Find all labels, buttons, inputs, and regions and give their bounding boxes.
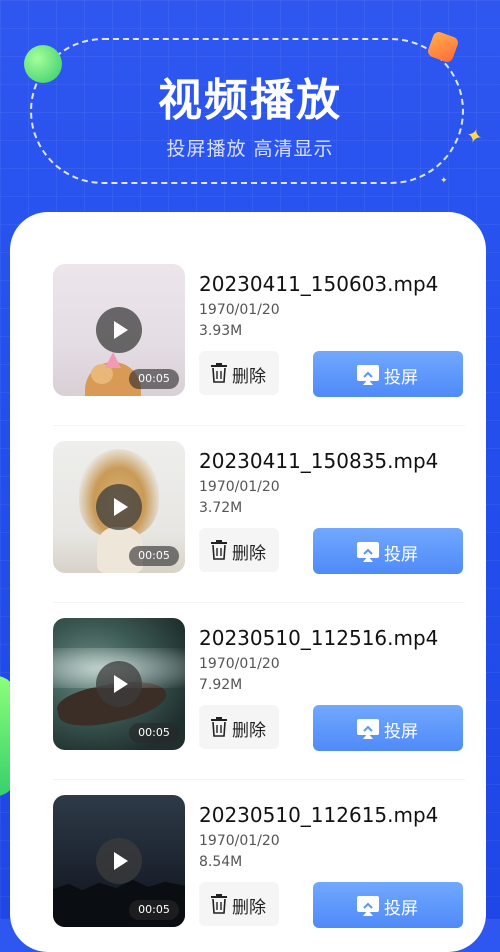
cast-label: 投屏 <box>384 722 418 742</box>
video-date: 1970/01/20 <box>199 833 280 849</box>
video-size: 8.54M <box>199 854 243 870</box>
cast-button[interactable]: 投屏 <box>313 528 463 574</box>
cast-button[interactable]: 投屏 <box>313 882 463 928</box>
delete-label: 删除 <box>232 544 266 564</box>
video-size: 7.92M <box>199 677 243 693</box>
video-size: 3.72M <box>199 500 243 516</box>
video-thumbnail[interactable]: 00:05 <box>53 795 185 927</box>
small-star-icon: ✦ <box>440 176 448 186</box>
video-list-item: 00:05 20230411_150603.mp4 1970/01/20 3.9… <box>53 264 465 399</box>
video-filename: 20230510_112516.mp4 <box>199 626 439 650</box>
cast-label: 投屏 <box>384 545 418 565</box>
divider <box>53 602 465 603</box>
divider <box>53 425 465 426</box>
cast-button[interactable]: 投屏 <box>313 351 463 397</box>
video-date: 1970/01/20 <box>199 656 280 672</box>
cast-button[interactable]: 投屏 <box>313 705 463 751</box>
video-list-card: 00:05 20230411_150603.mp4 1970/01/20 3.9… <box>10 212 486 952</box>
page-subtitle: 投屏播放 高清显示 <box>166 138 334 160</box>
delete-label: 删除 <box>232 367 266 387</box>
trash-icon <box>211 717 227 737</box>
video-filename: 20230411_150603.mp4 <box>199 272 439 296</box>
video-list-item: 00:05 20230510_112516.mp4 1970/01/20 7.9… <box>53 602 465 753</box>
video-list-item: 00:05 20230510_112615.mp4 1970/01/20 8.5… <box>53 779 465 930</box>
delete-button[interactable]: 删除 <box>199 882 279 926</box>
play-icon[interactable] <box>96 838 142 884</box>
cast-screen-icon <box>357 365 379 385</box>
trash-icon <box>211 363 227 383</box>
cast-label: 投屏 <box>384 368 418 388</box>
play-icon[interactable] <box>96 484 142 530</box>
video-date: 1970/01/20 <box>199 302 280 318</box>
video-duration: 00:05 <box>129 369 179 389</box>
party-hat <box>105 352 121 368</box>
trash-icon <box>211 540 227 560</box>
delete-button[interactable]: 删除 <box>199 351 279 395</box>
play-icon[interactable] <box>96 661 142 707</box>
video-thumbnail[interactable]: 00:05 <box>53 441 185 573</box>
delete-label: 删除 <box>232 898 266 918</box>
cast-screen-icon <box>357 896 379 916</box>
delete-label: 删除 <box>232 721 266 741</box>
trash-icon <box>211 894 227 914</box>
page-title: 视频播放 <box>158 75 342 126</box>
video-thumbnail[interactable]: 00:05 <box>53 264 185 396</box>
video-size: 3.93M <box>199 323 243 339</box>
video-date: 1970/01/20 <box>199 479 280 495</box>
divider <box>53 779 465 780</box>
delete-button[interactable]: 删除 <box>199 705 279 749</box>
video-duration: 00:05 <box>129 546 179 566</box>
cast-screen-icon <box>357 719 379 739</box>
video-thumbnail[interactable]: 00:05 <box>53 618 185 750</box>
delete-button[interactable]: 删除 <box>199 528 279 572</box>
cast-label: 投屏 <box>384 899 418 919</box>
video-duration: 00:05 <box>129 900 179 920</box>
cast-screen-icon <box>357 542 379 562</box>
play-icon[interactable] <box>96 307 142 353</box>
video-filename: 20230510_112615.mp4 <box>199 803 439 827</box>
video-filename: 20230411_150835.mp4 <box>199 449 439 473</box>
video-list-item: 00:05 20230411_150835.mp4 1970/01/20 3.7… <box>53 425 465 576</box>
video-duration: 00:05 <box>129 723 179 743</box>
